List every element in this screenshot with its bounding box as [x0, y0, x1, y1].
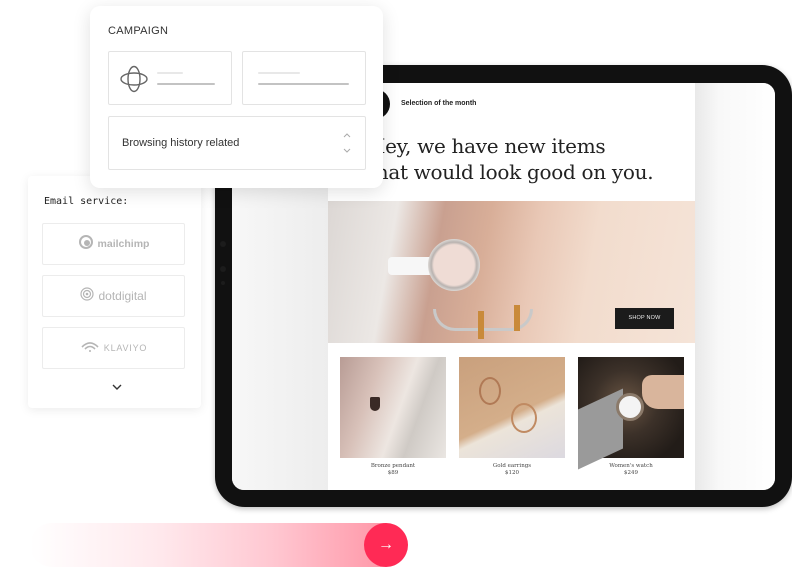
product-price: $249: [624, 470, 638, 476]
email-headline: Hey, we have new items that would look g…: [368, 133, 698, 185]
email-backdrop-right: [695, 83, 775, 490]
product-name: Women's watch: [609, 463, 653, 469]
campaign-type-select[interactable]: Browsing history related: [108, 116, 366, 170]
hero-watch-strap: [388, 257, 433, 275]
orbit-icon: [119, 65, 149, 98]
campaign-option[interactable]: [242, 51, 366, 105]
tablet-camera: [221, 281, 225, 285]
shop-now-button[interactable]: SHOP NOW: [615, 308, 674, 329]
mailchimp-icon: [78, 234, 94, 255]
earring-shape: [479, 377, 501, 405]
campaign-title: CAMPAIGN: [108, 25, 169, 37]
product-image-watch: [578, 357, 684, 470]
earring-shape: [511, 403, 537, 433]
klaviyo-icon: [80, 339, 100, 357]
email-preview: Selection of the month Hey, we have new …: [328, 83, 695, 490]
service-name: KLAVIYO: [103, 343, 148, 353]
tablet-side-button: [220, 241, 226, 247]
headline-line-2: that would look good on you.: [368, 160, 654, 184]
watch-face: [616, 393, 644, 421]
product-card[interactable]: Bronze pendant $89: [340, 357, 446, 477]
placeholder-line: [258, 72, 300, 74]
hero-watch-face: [428, 239, 480, 291]
product-card[interactable]: Gold earrings $120: [459, 357, 565, 477]
hero-image: SHOP NOW: [328, 201, 695, 343]
headline-line-1: Hey, we have new items: [368, 134, 606, 158]
select-arrows: [343, 132, 351, 157]
product-image-earrings: [459, 357, 565, 458]
hero-bracelet-bar: [478, 311, 484, 339]
chevron-down-icon[interactable]: [112, 382, 122, 393]
email-service-title: Email service:: [44, 196, 129, 207]
next-button[interactable]: →: [364, 523, 408, 567]
email-service-card: Email service: mailchimp dotdigital KLAV…: [28, 176, 201, 408]
placeholder-line: [157, 83, 215, 85]
product-name: Gold earrings: [492, 463, 532, 469]
product-card[interactable]: Women's watch $249: [578, 357, 684, 477]
chevron-up-down-icon: [343, 133, 351, 153]
service-name: dotdigital: [98, 289, 147, 303]
pendant-shape: [370, 397, 380, 411]
product-price: $120: [505, 470, 519, 476]
service-option-mailchimp[interactable]: mailchimp: [42, 223, 185, 265]
product-image-pendant: [340, 357, 446, 458]
hero-bracelet-bar: [514, 305, 520, 331]
select-value: Browsing history related: [122, 137, 240, 149]
progress-bar: [30, 523, 405, 567]
dotdigital-icon: [80, 286, 95, 306]
service-name: mailchimp: [97, 238, 150, 250]
email-tag: Selection of the month: [401, 100, 477, 107]
product-price: $89: [387, 470, 399, 476]
placeholder-line: [157, 72, 183, 74]
arrow-right-icon: →: [378, 536, 394, 553]
campaign-card: CAMPAIGN Browsing history related: [90, 6, 383, 188]
tablet-side-button: [220, 266, 226, 272]
product-name: Bronze pendant: [370, 463, 416, 469]
placeholder-line: [258, 83, 349, 85]
service-option-klaviyo[interactable]: KLAVIYO: [42, 327, 185, 369]
campaign-option[interactable]: [108, 51, 232, 105]
hand-shape: [642, 375, 684, 409]
service-option-dotdigital[interactable]: dotdigital: [42, 275, 185, 317]
